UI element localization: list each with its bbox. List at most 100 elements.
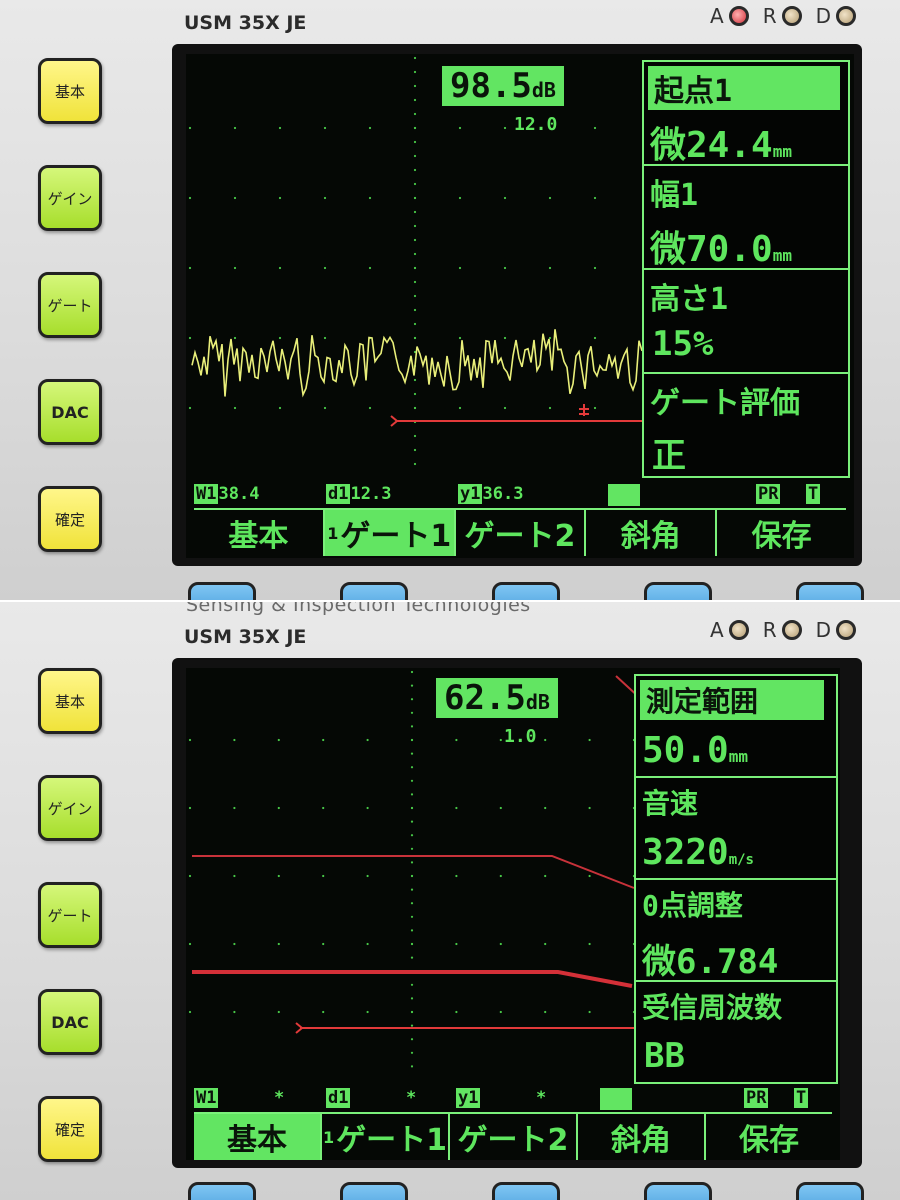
key-basic[interactable]: 基本 bbox=[38, 668, 102, 734]
menu-basic[interactable]: 基本 bbox=[194, 1114, 322, 1160]
status-leds: A R D bbox=[710, 618, 856, 642]
grid-dot bbox=[323, 196, 327, 200]
grid-dot bbox=[413, 224, 417, 228]
key-gate[interactable]: ゲート bbox=[38, 272, 102, 338]
grid-dot bbox=[588, 874, 591, 878]
grid-dot bbox=[548, 196, 552, 200]
menu-angle[interactable]: 斜角 bbox=[578, 1114, 706, 1160]
grid-dot bbox=[588, 806, 591, 810]
menu-gate-2[interactable]: ゲート2 bbox=[450, 1114, 578, 1160]
status-d-value: 12.3 bbox=[350, 484, 392, 504]
bottom-key-5[interactable] bbox=[796, 1182, 864, 1200]
grid-dot bbox=[503, 266, 507, 270]
key-confirm[interactable]: 確定 bbox=[38, 1096, 102, 1162]
bottom-key-2[interactable] bbox=[340, 1182, 408, 1200]
led-label: R bbox=[762, 618, 777, 642]
grid-dot bbox=[413, 140, 417, 144]
key-confirm[interactable]: 確定 bbox=[38, 486, 102, 552]
grid-dot bbox=[323, 406, 327, 410]
led-label: D bbox=[815, 618, 831, 642]
grid-dot bbox=[322, 874, 325, 878]
grid-dot bbox=[322, 942, 325, 946]
bottom-key-4[interactable] bbox=[644, 1182, 712, 1200]
bottom-key-5[interactable] bbox=[796, 582, 864, 600]
status-d: d1 bbox=[326, 1088, 351, 1108]
grid-dot bbox=[413, 378, 417, 382]
bottom-key-3[interactable] bbox=[492, 582, 560, 600]
gain-readout[interactable]: 62.5dB bbox=[436, 678, 558, 718]
key-gain[interactable]: ゲイン bbox=[38, 165, 102, 231]
key-gain[interactable]: ゲイン bbox=[38, 775, 102, 841]
param-start-number: 微24.4 bbox=[650, 125, 773, 166]
parameter-panel: 測定範囲 50.0mm 音速 3220m/s 0点調整 微6.784 受信周波数… bbox=[634, 674, 838, 1084]
key-dac[interactable]: DAC bbox=[38, 989, 102, 1055]
param-height-label[interactable]: 高さ1 bbox=[650, 274, 728, 318]
param-velocity-label[interactable]: 音速 bbox=[642, 782, 698, 822]
bottom-key-1[interactable] bbox=[188, 582, 256, 600]
param-start-label[interactable]: 起点1 bbox=[648, 66, 840, 110]
grid-dot bbox=[413, 308, 417, 312]
grid-dot bbox=[593, 336, 597, 340]
grid-dot bbox=[458, 406, 462, 410]
led-indicator-icon bbox=[836, 6, 856, 26]
menu-save[interactable]: 保存 bbox=[706, 1114, 832, 1160]
grid-dot bbox=[455, 942, 458, 946]
led-r: R bbox=[763, 4, 802, 28]
grid-dot bbox=[410, 1065, 414, 1068]
param-gate-eval-label[interactable]: ゲート評価 bbox=[650, 378, 800, 422]
grid-dot bbox=[278, 126, 282, 130]
grid-dot bbox=[499, 738, 502, 742]
gain-readout[interactable]: 98.5dB bbox=[442, 66, 564, 106]
param-start-unit: mm bbox=[772, 142, 792, 161]
menu-save[interactable]: 保存 bbox=[717, 510, 846, 556]
param-zero-label[interactable]: 0点調整 bbox=[642, 884, 743, 924]
param-width-label[interactable]: 幅1 bbox=[650, 170, 698, 214]
key-dac[interactable]: DAC bbox=[38, 379, 102, 445]
grid-dot bbox=[233, 738, 236, 742]
bottom-key-2[interactable] bbox=[340, 582, 408, 600]
gate-threshold-marker bbox=[579, 404, 589, 416]
grid-dot bbox=[410, 847, 414, 850]
side-keys: 基本 ゲイン ゲート DAC 確定 bbox=[38, 58, 102, 593]
grid-dot bbox=[277, 874, 280, 878]
grid-dot bbox=[188, 196, 192, 200]
grid-dot bbox=[410, 874, 414, 878]
menu-gate-1[interactable]: 1 ゲート1 bbox=[324, 510, 456, 556]
grid-dot bbox=[455, 874, 458, 878]
status-y-label: y1 bbox=[458, 484, 483, 504]
grid-dot bbox=[233, 806, 236, 810]
grid-dot bbox=[233, 1010, 236, 1014]
menu-angle[interactable]: 斜角 bbox=[586, 510, 718, 556]
menu-gate-1[interactable]: 1 ゲート1 bbox=[322, 1114, 450, 1160]
menu-gate-2[interactable]: ゲート2 bbox=[456, 510, 587, 556]
grid-dot bbox=[413, 98, 417, 102]
status-indicator-block bbox=[600, 1088, 632, 1110]
grid-dot bbox=[366, 738, 369, 742]
grid-dot bbox=[458, 266, 462, 270]
param-width-unit: mm bbox=[772, 246, 792, 265]
grid-dot bbox=[323, 126, 327, 130]
menu-basic[interactable]: 基本 bbox=[194, 510, 325, 556]
grid-dot bbox=[499, 942, 502, 946]
grid-dot bbox=[366, 942, 369, 946]
bottom-key-3[interactable] bbox=[492, 1182, 560, 1200]
key-gate[interactable]: ゲート bbox=[38, 882, 102, 948]
status-pr: PR bbox=[744, 1088, 769, 1108]
menu-gate-1-label: ゲート1 bbox=[336, 1123, 447, 1158]
grid-dot bbox=[233, 266, 237, 270]
param-width-value: 微70.0mm bbox=[650, 220, 792, 272]
grid-dot bbox=[413, 406, 417, 410]
bottom-key-4[interactable] bbox=[644, 582, 712, 600]
menu-gate-1-label: ゲート1 bbox=[340, 519, 452, 554]
grid-dot bbox=[413, 336, 417, 340]
bottom-key-1[interactable] bbox=[188, 1182, 256, 1200]
param-velocity-number: 3220 bbox=[642, 832, 729, 873]
key-basic[interactable]: 基本 bbox=[38, 58, 102, 124]
param-start-value: 微24.4mm bbox=[650, 116, 792, 168]
grid-dot bbox=[458, 196, 462, 200]
param-range-label[interactable]: 測定範囲 bbox=[640, 680, 824, 720]
range-step: 12.0 bbox=[514, 114, 558, 135]
param-frequency-label[interactable]: 受信周波数 bbox=[642, 986, 782, 1026]
grid-dot bbox=[366, 1010, 369, 1014]
function-menu: 基本 1 ゲート1 ゲート2 斜角 保存 bbox=[194, 1112, 832, 1160]
